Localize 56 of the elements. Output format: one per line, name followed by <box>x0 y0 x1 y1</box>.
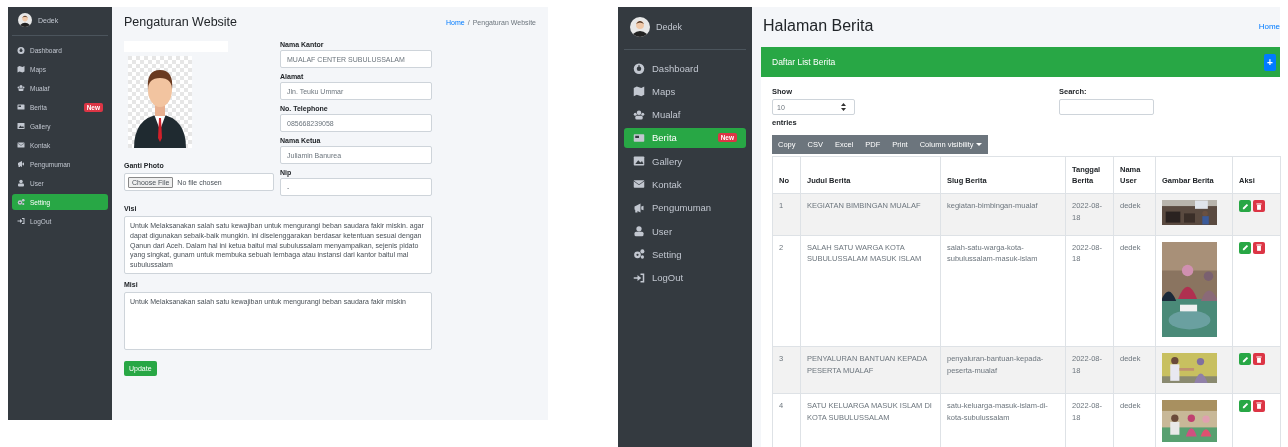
login-icon <box>633 271 645 284</box>
gauge-icon <box>17 46 25 54</box>
pencil-icon <box>1241 202 1249 210</box>
pencil-icon <box>1241 402 1249 410</box>
user-icon <box>633 225 645 238</box>
sort-icon <box>841 103 846 111</box>
edit-button[interactable] <box>1239 399 1251 412</box>
trash-icon <box>1256 202 1262 210</box>
avatar-icon <box>18 13 32 27</box>
sidebar-item[interactable]: Kontak <box>624 174 746 195</box>
edit-button[interactable] <box>1239 200 1251 212</box>
breadcrumb-link[interactable]: Home <box>1258 21 1280 31</box>
sidebar-item[interactable]: Dashboard <box>624 58 746 78</box>
delete-button[interactable] <box>1253 200 1265 212</box>
pencil-icon <box>1241 244 1249 252</box>
caret-icon <box>976 143 983 146</box>
users-icon <box>633 108 645 121</box>
megaphone-icon <box>633 201 645 214</box>
pencil-icon <box>1241 355 1249 363</box>
gauge-icon <box>633 62 645 74</box>
newspaper-icon <box>17 103 25 111</box>
sidebar-item[interactable]: LogOut <box>624 267 746 288</box>
delete-button[interactable] <box>1253 241 1265 254</box>
sidebar-item[interactable]: Gallery <box>624 151 746 172</box>
map-icon <box>17 65 25 73</box>
user-name: Dedek <box>656 22 682 32</box>
sidebar-item[interactable]: Setting <box>624 244 746 265</box>
card-title: Daftar List Berita <box>772 57 836 67</box>
megaphone-icon <box>17 160 25 168</box>
edit-button[interactable] <box>1239 241 1251 254</box>
trash-icon <box>1256 402 1262 410</box>
users-icon <box>17 84 25 92</box>
image-icon <box>17 122 25 130</box>
delete-button[interactable] <box>1253 353 1265 366</box>
delete-button[interactable] <box>1253 399 1265 412</box>
add-button[interactable]: + <box>1264 53 1276 71</box>
page-title: Pengaturan Website <box>124 15 238 29</box>
trash-icon <box>1256 244 1262 252</box>
search-field[interactable] <box>1059 99 1154 115</box>
user-icon <box>17 179 25 187</box>
sidebar-item[interactable]: Mualaf <box>624 104 746 125</box>
gears-icon <box>633 248 645 261</box>
sidebar-item[interactable]: Maps <box>624 81 746 102</box>
sidebar-item[interactable]: Pengumuman <box>624 197 746 218</box>
sidebar-item[interactable]: User <box>624 221 746 242</box>
newspaper-icon <box>633 131 645 144</box>
map-icon <box>633 85 645 98</box>
login-icon <box>17 217 25 225</box>
page-title: Halaman Berita <box>763 17 874 35</box>
gears-icon <box>17 198 25 206</box>
image-icon <box>633 155 645 168</box>
avatar-icon <box>630 17 650 37</box>
envelope-icon <box>633 178 645 191</box>
trash-icon <box>1256 355 1262 363</box>
envelope-icon <box>17 141 25 149</box>
edit-button[interactable] <box>1239 353 1251 366</box>
